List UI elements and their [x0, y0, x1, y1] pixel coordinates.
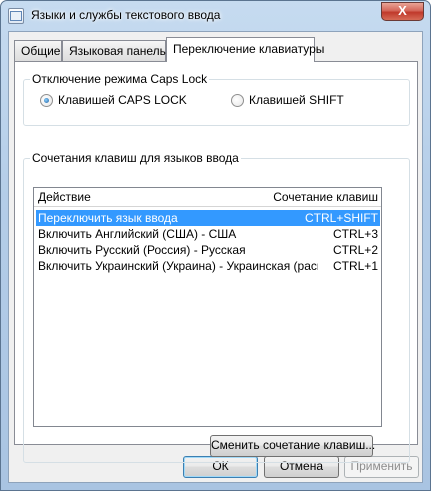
list-item[interactable]: Переключить язык ввода CTRL+SHIFT	[36, 210, 380, 226]
radio-shift[interactable]: Клавишей SHIFT	[231, 93, 344, 107]
list-item-action: Включить Украинский (Украина) - Украинск…	[38, 259, 318, 273]
list-item-action: Включить Русский (Россия) - Русская	[38, 243, 246, 257]
tab-general[interactable]: Общие	[14, 40, 62, 61]
list-item-keys: CTRL+3	[332, 227, 378, 241]
list-item-keys: CTRL+2	[332, 243, 378, 257]
keyboard-icon	[8, 8, 24, 24]
dialog-client-area: Общие Языковая панель Переключение клави…	[8, 31, 423, 483]
list-item[interactable]: Включить Английский (США) - США CTRL+3	[36, 226, 380, 242]
caps-lock-group: Отключение режима Caps Lock Клавишей CAP…	[23, 72, 410, 126]
dialog-window: Языки и службы текстового ввода X Общие …	[0, 0, 431, 491]
list-item-action: Включить Английский (США) - США	[38, 227, 237, 241]
column-header-keys[interactable]: Сочетание клавиш	[273, 190, 378, 204]
window-title: Языки и службы текстового ввода	[31, 8, 221, 22]
list-item-keys: CTRL+1	[332, 259, 378, 273]
list-item-action: Переключить язык ввода	[38, 211, 178, 225]
title-bar[interactable]: Языки и службы текстового ввода X	[1, 1, 430, 31]
list-header: Действие Сочетание клавиш	[34, 188, 381, 207]
column-header-action[interactable]: Действие	[38, 190, 91, 204]
hotkeys-list[interactable]: Действие Сочетание клавиш Переключить яз…	[33, 187, 382, 427]
close-button[interactable]: X	[381, 2, 424, 21]
change-hotkey-button[interactable]: Сменить сочетание клавиш...	[210, 435, 375, 457]
list-item-keys: CTRL+SHIFT	[304, 211, 378, 225]
hotkeys-group: Сочетания клавиш для языков ввода Действ…	[23, 151, 410, 463]
hotkeys-group-title: Сочетания клавиш для языков ввода	[30, 151, 241, 165]
radio-caps-lock-label: Клавишей CAPS LOCK	[58, 93, 187, 107]
list-item[interactable]: Включить Русский (Россия) - Русская CTRL…	[36, 242, 380, 258]
tab-keyboard-switching[interactable]: Переключение клавиатуры	[166, 37, 324, 62]
tab-language-bar[interactable]: Языковая панель	[62, 40, 166, 61]
list-item[interactable]: Включить Украинский (Украина) - Украинск…	[36, 258, 380, 274]
radio-shift-label: Клавишей SHIFT	[249, 93, 344, 107]
radio-caps-lock[interactable]: Клавишей CAPS LOCK	[40, 93, 187, 107]
caps-lock-group-title: Отключение режима Caps Lock	[30, 72, 210, 86]
tab-panel-keyboard-switching: Отключение режима Caps Lock Клавишей CAP…	[14, 61, 418, 463]
radio-checked-icon[interactable]	[40, 93, 53, 107]
radio-unchecked-icon[interactable]	[231, 93, 244, 107]
